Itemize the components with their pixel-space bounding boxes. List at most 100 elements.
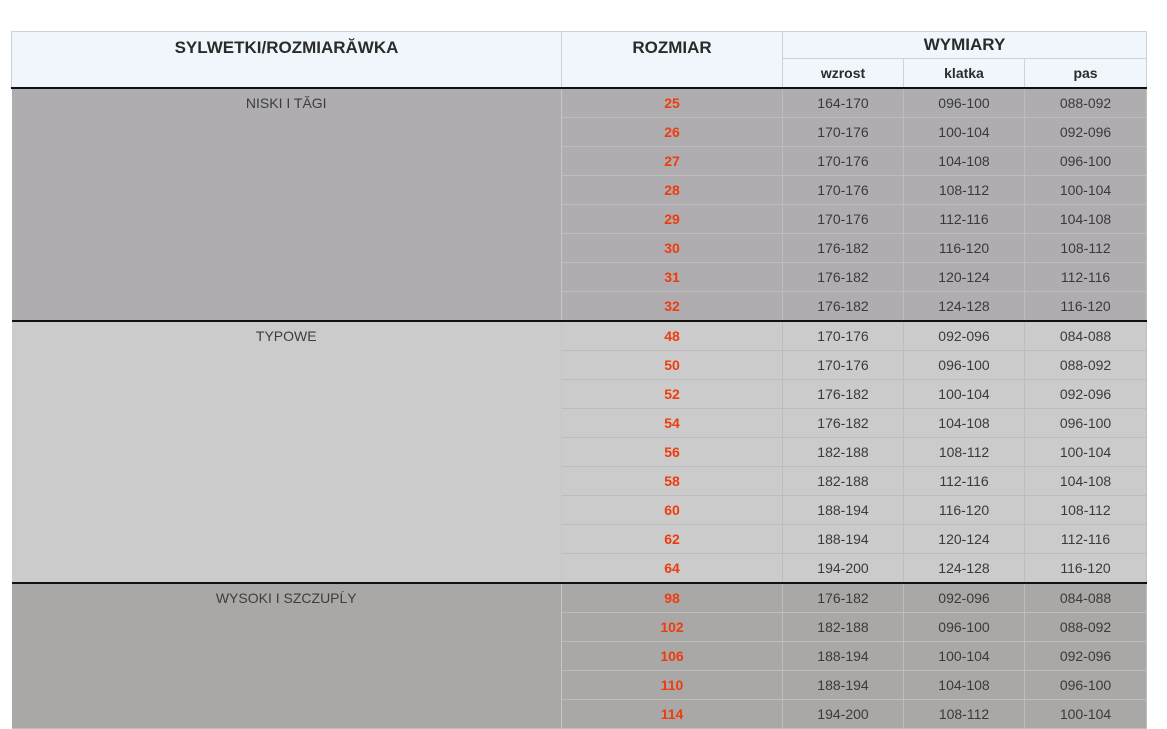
header-size: ROZMIAR xyxy=(561,31,783,89)
size-cell: 26 xyxy=(561,117,783,147)
waist-cell: 108-112 xyxy=(1024,495,1148,525)
height-cell: 176-182 xyxy=(782,233,904,263)
height-cell: 188-194 xyxy=(782,524,904,554)
size-cell: 60 xyxy=(561,495,783,525)
waist-cell: 096-100 xyxy=(1024,408,1148,438)
size-cell: 50 xyxy=(561,350,783,380)
height-cell: 170-176 xyxy=(782,350,904,380)
size-cell: 64 xyxy=(561,553,783,584)
height-cell: 170-176 xyxy=(782,146,904,176)
size-cell: 54 xyxy=(561,408,783,438)
height-cell: 182-188 xyxy=(782,612,904,642)
size-cell: 27 xyxy=(561,146,783,176)
waist-cell: 084-088 xyxy=(1024,321,1148,351)
height-cell: 176-182 xyxy=(782,291,904,322)
waist-cell: 108-112 xyxy=(1024,233,1148,263)
size-cell: 102 xyxy=(561,612,783,642)
chest-cell: 100-104 xyxy=(903,641,1025,671)
height-cell: 194-200 xyxy=(782,553,904,584)
size-cell: 56 xyxy=(561,437,783,467)
chest-cell: 116-120 xyxy=(903,233,1025,263)
height-cell: 170-176 xyxy=(782,204,904,234)
chest-cell: 124-128 xyxy=(903,553,1025,584)
size-cell: 31 xyxy=(561,262,783,292)
chest-cell: 120-124 xyxy=(903,262,1025,292)
size-cell: 28 xyxy=(561,175,783,205)
size-cell: 30 xyxy=(561,233,783,263)
table-row: WYSOKI I SZCZUPĹY 98 176-182 092-096 084-088 xyxy=(11,583,1148,729)
waist-cell: 092-096 xyxy=(1024,117,1148,147)
waist-cell: 088-092 xyxy=(1024,612,1148,642)
waist-cell: 096-100 xyxy=(1024,670,1148,700)
chest-cell: 112-116 xyxy=(903,466,1025,496)
size-table: SYLWETKI/ROZMIARĂWKA ROZMIAR WYMIARY wzr… xyxy=(11,31,1148,729)
size-cell: 29 xyxy=(561,204,783,234)
height-cell: 182-188 xyxy=(782,466,904,496)
height-cell: 182-188 xyxy=(782,437,904,467)
waist-cell: 100-104 xyxy=(1024,699,1148,729)
chest-cell: 108-112 xyxy=(903,699,1025,729)
chest-cell: 096-100 xyxy=(903,88,1025,118)
height-cell: 188-194 xyxy=(782,641,904,671)
waist-cell: 088-092 xyxy=(1024,350,1148,380)
chest-cell: 124-128 xyxy=(903,291,1025,322)
chest-cell: 120-124 xyxy=(903,524,1025,554)
group-tall-slim: WYSOKI I SZCZUPĹY 98 176-182 092-096 084-088… xyxy=(11,583,1148,729)
chest-cell: 108-112 xyxy=(903,437,1025,467)
chest-cell: 104-108 xyxy=(903,408,1025,438)
chest-cell: 100-104 xyxy=(903,379,1025,409)
height-cell: 170-176 xyxy=(782,117,904,147)
waist-cell: 084-088 xyxy=(1024,583,1148,613)
waist-cell: 104-108 xyxy=(1024,466,1148,496)
group-short-stout: NISKI I TĂGI 25 164-170 096-100 088-092 26 170… xyxy=(11,88,1148,322)
header-silhouette: SYLWETKI/ROZMIARĂWKA xyxy=(11,31,562,89)
chest-cell: 108-112 xyxy=(903,175,1025,205)
chest-cell: 096-100 xyxy=(903,612,1025,642)
height-cell: 164-170 xyxy=(782,88,904,118)
waist-cell: 104-108 xyxy=(1024,204,1148,234)
size-cell: 25 xyxy=(561,88,783,118)
silhouette-label: TYPOWE xyxy=(11,321,562,584)
waist-cell: 100-104 xyxy=(1024,175,1148,205)
height-cell: 188-194 xyxy=(782,495,904,525)
chest-cell: 104-108 xyxy=(903,146,1025,176)
table-header: SYLWETKI/ROZMIARĂWKA ROZMIAR WYMIARY wzr… xyxy=(11,31,1148,89)
height-cell: 188-194 xyxy=(782,670,904,700)
chest-cell: 112-116 xyxy=(903,204,1025,234)
chest-cell: 096-100 xyxy=(903,350,1025,380)
height-cell: 194-200 xyxy=(782,699,904,729)
size-cell: 110 xyxy=(561,670,783,700)
waist-cell: 116-120 xyxy=(1024,553,1148,584)
waist-cell: 112-116 xyxy=(1024,262,1148,292)
silhouette-label: WYSOKI I SZCZUPĹY xyxy=(11,583,562,729)
waist-cell: 116-120 xyxy=(1024,291,1148,322)
height-cell: 170-176 xyxy=(782,175,904,205)
waist-cell: 092-096 xyxy=(1024,379,1148,409)
silhouette-label: NISKI I TĂGI xyxy=(11,88,562,322)
waist-cell: 100-104 xyxy=(1024,437,1148,467)
size-cell: 32 xyxy=(561,291,783,322)
size-cell: 58 xyxy=(561,466,783,496)
header-chest: klatka xyxy=(903,58,1025,89)
table-row: TYPOWE 48 170-176 092-096 084-088 xyxy=(11,321,1148,584)
chest-cell: 092-096 xyxy=(903,583,1025,613)
header-waist: pas xyxy=(1023,58,1148,89)
size-cell: 114 xyxy=(561,699,783,729)
header-height: wzrost xyxy=(782,58,904,89)
height-cell: 176-182 xyxy=(782,583,904,613)
size-chart: SYLWETKI/ROZMIARĂWKA ROZMIAR WYMIARY wzr… xyxy=(11,31,1148,729)
waist-cell: 112-116 xyxy=(1024,524,1148,554)
size-cell: 48 xyxy=(561,321,783,351)
size-cell: 106 xyxy=(561,641,783,671)
group-typical: TYPOWE 48 170-176 092-096 084-088 50 170-176 09… xyxy=(11,321,1148,584)
header-measurements: WYMIARY xyxy=(781,31,1148,59)
size-cell: 98 xyxy=(561,583,783,613)
waist-cell: 092-096 xyxy=(1024,641,1148,671)
height-cell: 176-182 xyxy=(782,379,904,409)
size-cell: 62 xyxy=(561,524,783,554)
chest-cell: 092-096 xyxy=(903,321,1025,351)
chest-cell: 100-104 xyxy=(903,117,1025,147)
waist-cell: 096-100 xyxy=(1024,146,1148,176)
chest-cell: 116-120 xyxy=(903,495,1025,525)
chest-cell: 104-108 xyxy=(903,670,1025,700)
